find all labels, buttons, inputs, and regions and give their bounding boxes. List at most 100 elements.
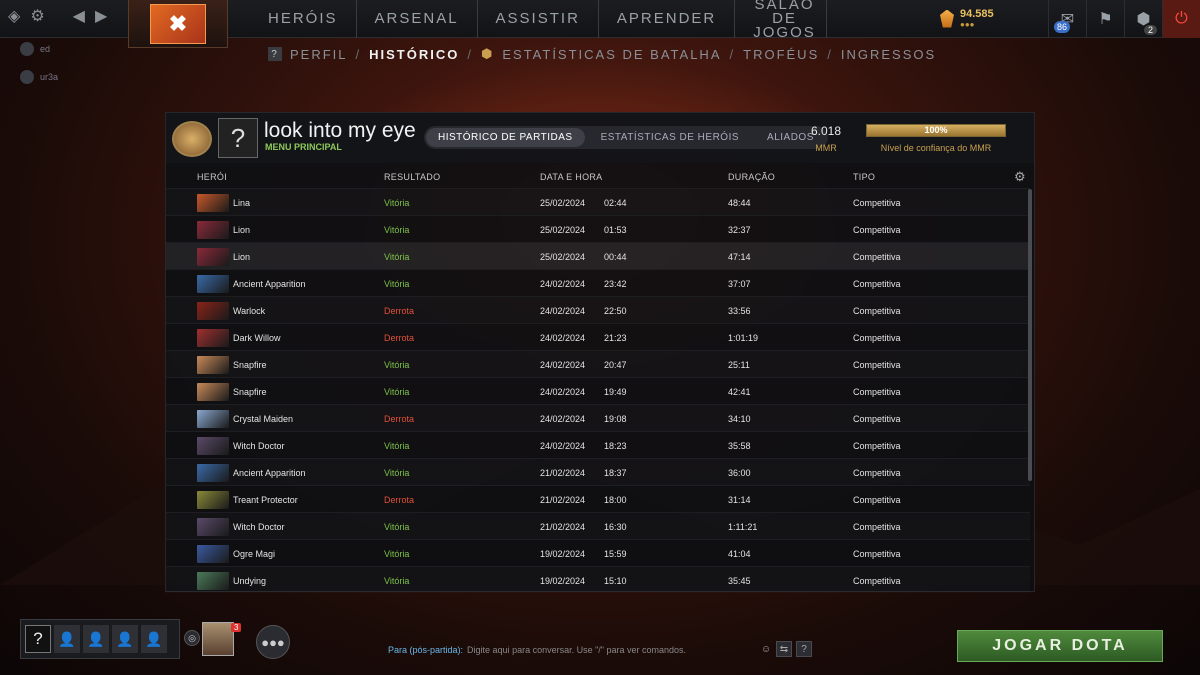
chat-channel-icon[interactable]: ⇆ [776,641,792,657]
match-duration: 1:11:21 [728,522,758,532]
play-button[interactable]: JOGAR DOTA [957,630,1163,662]
dota-small-icon[interactable]: ◈ [8,6,20,26]
match-time: 16:30 [604,522,627,532]
help-icon[interactable]: ? [796,641,812,657]
table-row[interactable]: Ancient Apparition Vitória 21/02/2024 18:37… [166,458,1030,485]
col-result[interactable]: RESULTADO [384,172,440,182]
avatar[interactable]: ? [218,118,258,158]
nav-aprender[interactable]: APRENDER [599,0,736,38]
col-datetime[interactable]: DATA E HORA [540,172,602,182]
subnav-ingressos[interactable]: INGRESSOS [841,47,936,62]
emoji-icon[interactable]: ☺ [758,641,774,657]
match-history-panel: ? look into my eye MENU PRINCIPAL HISTÓR… [165,112,1035,592]
nav-salao-de-jogos[interactable]: SALÃO DE JOGOS [735,0,828,40]
chat-input[interactable]: Para (pós-partida): Digite aqui para con… [388,641,788,659]
match-result: Derrota [384,414,415,424]
nav-arsenal[interactable]: ARSENAL [357,0,478,38]
table-row[interactable]: Lion Vitória 25/02/2024 01:53 32:37 Competiti… [166,215,1030,242]
hero-name: Undying [233,576,267,586]
party-slot[interactable]: 👤 [83,625,109,653]
hero-portrait [197,221,229,239]
hero-portrait [197,437,229,455]
match-result: Vitória [384,522,410,532]
quest-icon[interactable]: ⬢ 2 [1124,0,1162,38]
main-logo-frame[interactable]: ✖ [128,0,228,48]
table-row[interactable]: Warlock Derrota 24/02/2024 22:50 33:56 Compet… [166,296,1030,323]
table-row[interactable]: Crystal Maiden Derrota 24/02/2024 19:08 34:1… [166,404,1030,431]
table-row[interactable]: Ogre Magi Vitória 19/02/2024 15:59 41:04 Comp… [166,539,1030,566]
battle-stats-icon: ⬢ [481,46,495,61]
dota-logo-icon[interactable]: ✖ [150,3,206,44]
tab-historico-partidas[interactable]: HISTÓRICO DE PARTIDAS [426,128,585,147]
table-row[interactable]: Witch Doctor Vitória 24/02/2024 18:23 35:58 C… [166,431,1030,458]
shard-icon [940,9,954,28]
table-row[interactable]: Lina Vitória 25/02/2024 02:44 48:44 Competiti… [166,188,1030,215]
match-duration: 37:07 [728,279,751,289]
hero-portrait [197,410,229,428]
match-result: Vitória [384,549,410,559]
hero-name: Crystal Maiden [233,414,294,424]
party-slot[interactable]: 👤 [112,625,138,653]
hero-avatar[interactable] [202,622,234,656]
hero-portrait [197,248,229,266]
friend-item[interactable]: ed [20,42,58,56]
friend-name: ur3a [40,72,59,82]
table-row[interactable]: Ancient Apparition Vitória 24/02/2024 23:42… [166,269,1030,296]
scrollbar[interactable] [1028,189,1032,481]
forward-arrow-icon[interactable]: ▶ [95,6,107,26]
hero-name: Witch Doctor [233,522,285,532]
party-slot[interactable]: 👤 [54,625,80,653]
rank-medal-icon[interactable] [172,121,212,157]
match-result: Derrota [384,333,415,343]
nav-assistir[interactable]: ASSISTIR [478,0,599,38]
table-row[interactable]: Lion Vitória 25/02/2024 00:44 47:14 Competiti… [166,242,1030,269]
top-bar: ◈ ⚙ ◀ ▶ ✖ HERÓIS ARSENAL ASSISTIR APREND… [0,0,1200,48]
col-hero[interactable]: HERÓI [197,172,227,182]
armory-icon[interactable]: ⚑ [1086,0,1124,38]
table-row[interactable]: Treant Protector Derrota 21/02/2024 18:00 31… [166,485,1030,512]
headset-icon[interactable]: ◎ [184,630,200,646]
match-type: Competitiva [853,252,901,262]
hero-portrait [197,545,229,563]
friend-item[interactable]: ur3a [20,70,58,84]
match-time: 18:37 [604,468,627,478]
subnav-estatisticas[interactable]: ESTATÍSTICAS DE BATALHA [502,47,721,62]
nav-herois[interactable]: HERÓIS [250,0,357,38]
table-row[interactable]: Snapfire Vitória 24/02/2024 19:49 42:41 Compe… [166,377,1030,404]
group-icon[interactable]: ●●● [256,625,290,659]
match-type: Competitiva [853,279,901,289]
hero-portrait [197,518,229,536]
match-date: 24/02/2024 [540,306,586,316]
party-slot[interactable]: 👤 [141,625,167,653]
top-left-icons: ◈ ⚙ ◀ ▶ [8,6,107,26]
table-row[interactable]: Witch Doctor Vitória 21/02/2024 16:30 1:11:2… [166,512,1030,539]
back-arrow-icon[interactable]: ◀ [73,6,85,26]
party-leader-avatar[interactable]: ? [25,625,51,653]
match-duration: 25:11 [728,360,750,370]
gear-icon[interactable]: ⚙ [30,6,44,26]
subnav-trofeus[interactable]: TROFÉUS [743,47,819,62]
match-type: Competitiva [853,441,901,451]
table-row[interactable]: Dark Willow Derrota 24/02/2024 21:23 1:01:19… [166,323,1030,350]
col-duration[interactable]: DURAÇÃO [728,172,775,182]
subnav-historico[interactable]: HISTÓRICO [369,47,459,62]
match-result: Vitória [384,576,410,586]
match-result: Vitória [384,360,410,370]
tab-estatisticas-herois[interactable]: ESTATÍSTICAS DE HERÓIS [589,128,751,147]
col-type[interactable]: TIPO [853,172,875,182]
match-duration: 36:00 [728,468,751,478]
shards-display[interactable]: 94.585 ●●● [940,8,994,29]
gear-icon[interactable]: ⚙ [1014,169,1026,185]
power-icon[interactable]: ⏻ [1162,0,1200,38]
shards-value: 94.585 [960,8,994,20]
mail-icon[interactable]: ✉ 86 [1048,0,1086,38]
match-time: 19:08 [604,414,627,424]
table-row[interactable]: Snapfire Vitória 24/02/2024 20:47 25:11 Compe… [166,350,1030,377]
chat-target: Para (pós-partida): [388,645,464,655]
hero-portrait [197,491,229,509]
table-row[interactable]: Undying Vitória 19/02/2024 15:10 35:45 Compet… [166,566,1030,593]
match-time: 18:23 [604,441,627,451]
match-date: 24/02/2024 [540,333,586,343]
notification-badge: 3 [231,623,242,632]
subnav-perfil[interactable]: PERFIL [290,47,348,62]
